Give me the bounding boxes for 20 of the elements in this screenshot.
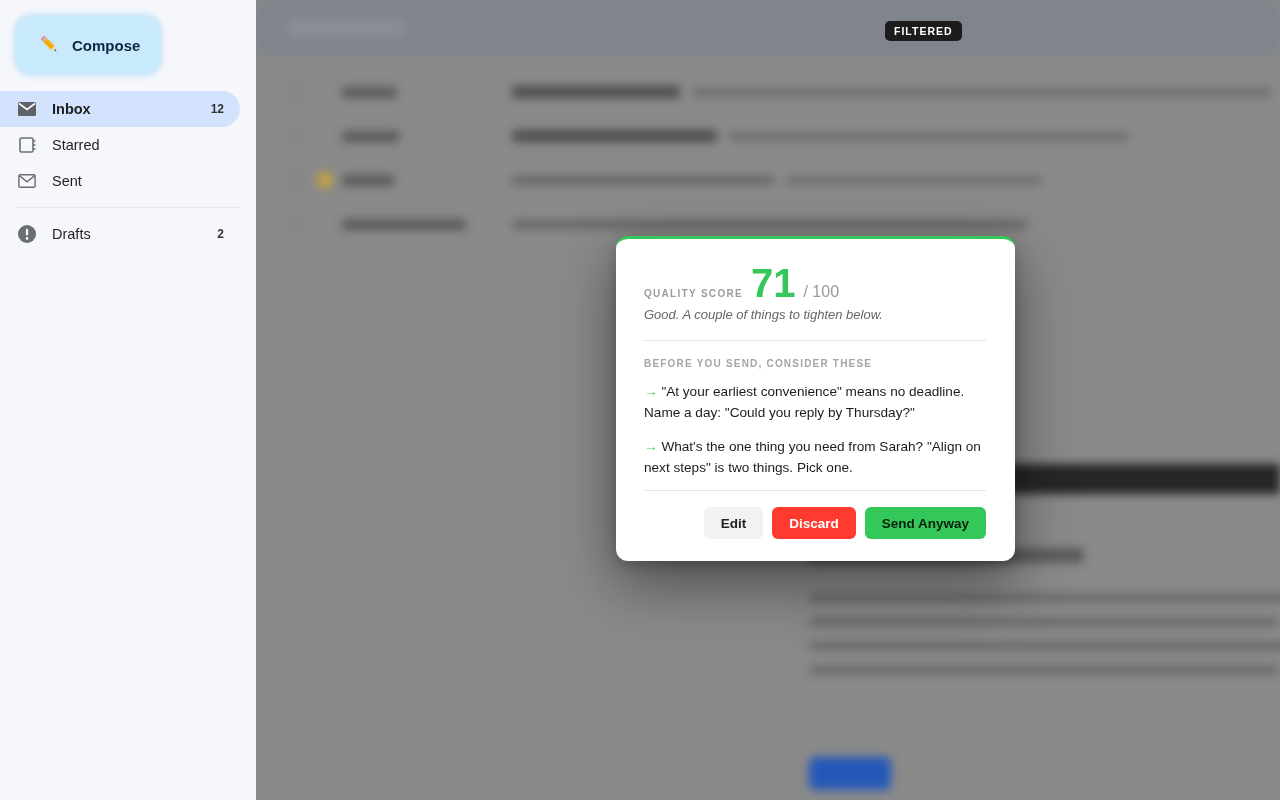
score-max: / 100	[803, 283, 840, 301]
exclamation-icon	[18, 225, 36, 243]
envelope-icon	[18, 102, 36, 116]
filter-badge: FILTERED	[885, 21, 962, 41]
suggestion-text: → What's the one thing you need from Sarah? "Align on next steps" is two things. Pick one.	[644, 438, 982, 477]
sidebar-item[interactable]: Starred	[0, 127, 240, 163]
notebook-icon	[18, 137, 36, 153]
suggestion-text: → "At your earliest convenience" means no deadline. Name a day: "Could you reply by Thursday?"	[644, 383, 966, 422]
score-verdict: Good. A couple of things to tighten below.	[644, 306, 884, 324]
edit-button[interactable]: Edit	[703, 507, 764, 539]
score-value: 71	[750, 261, 796, 305]
compose-button[interactable]: Compose	[16, 16, 160, 74]
sidebar-item[interactable]: Inbox 12	[0, 91, 240, 127]
sidebar-item[interactable]: Drafts 2	[0, 216, 240, 252]
section-title: BEFORE YOU SEND, CONSIDER THESE	[644, 357, 874, 371]
send-button[interactable]: Send Anyway	[864, 507, 986, 539]
discard-button[interactable]: Discard	[772, 507, 856, 539]
score-label: QUALITY SCORE	[644, 288, 743, 299]
sidebar-item[interactable]: Sent	[0, 163, 240, 199]
envelope-icon	[18, 173, 36, 189]
